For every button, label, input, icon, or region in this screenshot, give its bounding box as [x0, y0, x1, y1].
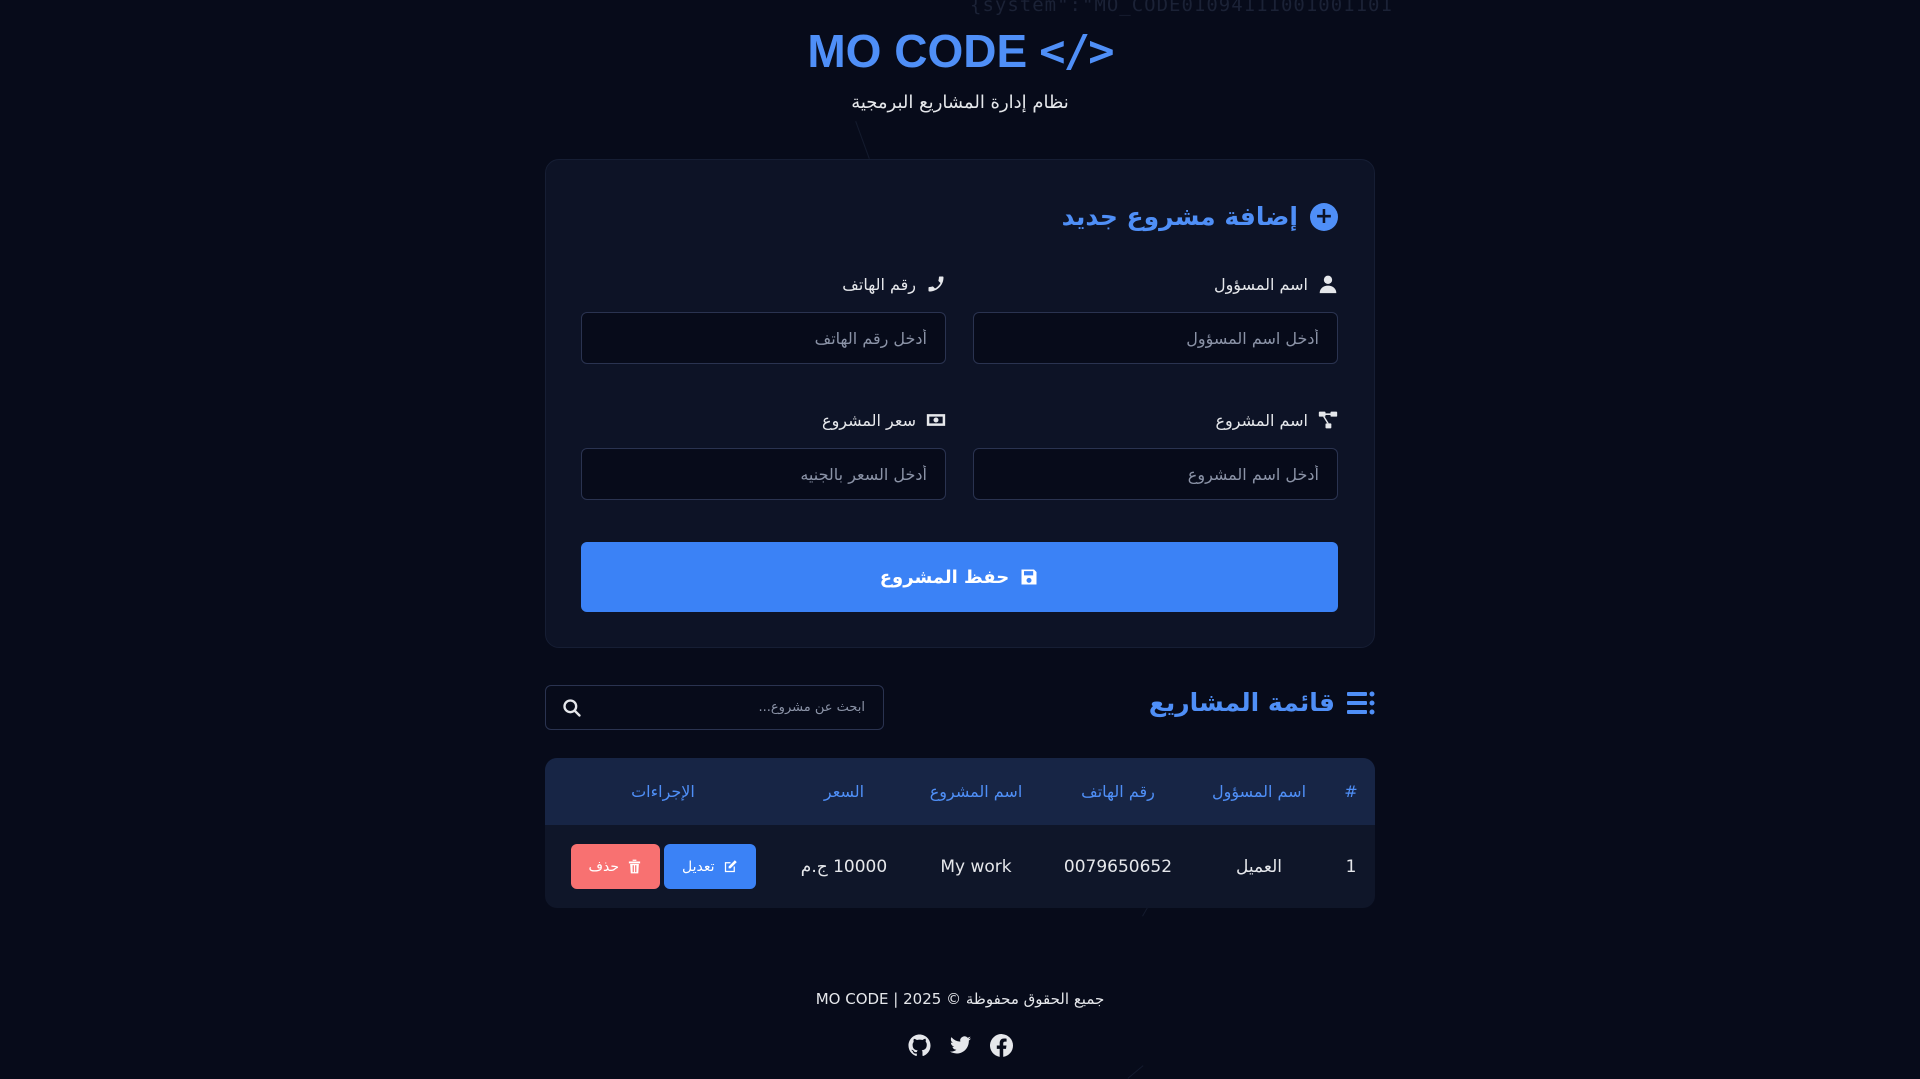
- manager-label-text: اسم المسؤول: [1213, 274, 1308, 294]
- table-row: 1 العميل 0079650652 My work 10000 ج.م تع…: [545, 825, 1375, 908]
- cell-manager: العميل: [1236, 856, 1282, 877]
- column-header-project: اسم المشروع: [929, 782, 1023, 801]
- phone-field-group: رقم الهاتف: [581, 272, 946, 364]
- trash-icon: [628, 859, 641, 874]
- cell-project: My work: [940, 856, 1012, 877]
- delete-label: حذف: [588, 858, 620, 875]
- copyright-text: جميع الحقوق محفوظة © 2025 | MO CODE: [815, 990, 1105, 1008]
- manager-field-group: اسم المسؤول: [973, 272, 1338, 364]
- column-header-manager: اسم المسؤول: [1211, 782, 1307, 801]
- table-header-row: # اسم المسؤول رقم الهاتف اسم المشروع الس…: [545, 758, 1375, 825]
- edit-icon: [724, 860, 737, 873]
- column-header-index: #: [1344, 782, 1358, 801]
- projects-table: # اسم المسؤول رقم الهاتف اسم المشروع الس…: [545, 758, 1375, 908]
- add-project-title-text: إضافة مشروع جديد: [1061, 202, 1298, 231]
- column-header-price: السعر: [823, 782, 865, 801]
- projects-list-title: قائمة المشاريع: [1149, 688, 1375, 717]
- manager-label: اسم المسؤول: [973, 272, 1338, 296]
- cell-index: 1: [1345, 856, 1357, 877]
- edit-label: تعديل: [682, 858, 715, 875]
- project-name-label: اسم المشروع: [973, 408, 1338, 432]
- twitter-icon[interactable]: [949, 1034, 972, 1057]
- phone-icon: [928, 276, 944, 292]
- search-icon[interactable]: [562, 698, 582, 718]
- brand-logo: MO CODE </>: [807, 24, 1114, 78]
- phone-label: رقم الهاتف: [581, 272, 946, 296]
- price-label-text: سعر المشروع: [822, 410, 916, 430]
- project-name-input[interactable]: [973, 448, 1338, 500]
- save-icon: [1021, 569, 1037, 585]
- projects-list-title-text: قائمة المشاريع: [1148, 688, 1335, 717]
- price-label: سعر المشروع: [581, 408, 946, 432]
- background-decor-line: [1127, 1065, 1144, 1079]
- cell-actions: تعديل حذف: [545, 825, 781, 908]
- phone-label-text: رقم الهاتف: [842, 274, 916, 294]
- save-project-label: حفظ المشروع: [879, 566, 1010, 588]
- column-header-actions: الإجراءات: [631, 782, 695, 801]
- cell-price: 10000 ج.م: [781, 825, 907, 908]
- price-field-group: سعر المشروع: [581, 408, 946, 500]
- manager-name-input[interactable]: [973, 312, 1338, 364]
- add-project-title: + إضافة مشروع جديد: [1062, 202, 1338, 231]
- save-project-button[interactable]: حفظ المشروع: [581, 542, 1338, 612]
- list-icon: [1347, 691, 1375, 714]
- price-input[interactable]: [581, 448, 946, 500]
- delete-button[interactable]: حذف: [570, 844, 661, 889]
- row-actions: تعديل حذف: [545, 844, 781, 889]
- facebook-icon[interactable]: [989, 1034, 1013, 1057]
- price-value: 10000: [833, 856, 888, 877]
- search-box: [545, 685, 884, 730]
- page-subtitle: نظام إدارة المشاريع البرمجية: [851, 92, 1069, 113]
- plus-circle-icon: +: [1310, 202, 1338, 231]
- github-icon[interactable]: [907, 1034, 931, 1057]
- project-diagram-icon: [1318, 411, 1338, 429]
- background-decor-line: [855, 121, 870, 159]
- price-currency: ج.م: [800, 856, 828, 877]
- social-links: [0, 1034, 1920, 1057]
- project-name-field-group: اسم المشروع: [973, 408, 1338, 500]
- background-code-text: {system":"MO_CODE01094111001001101: [970, 0, 1393, 16]
- cell-phone: 0079650652: [1063, 856, 1173, 877]
- brand-name: MO CODE: [807, 25, 1028, 77]
- code-icon: </>: [1039, 25, 1114, 77]
- edit-button[interactable]: تعديل: [664, 844, 756, 889]
- user-icon: [1319, 275, 1337, 294]
- add-project-card: + إضافة مشروع جديد اسم المسؤول رقم الهات…: [545, 159, 1375, 648]
- page-footer: جميع الحقوق محفوظة © 2025 | MO CODE: [0, 990, 1920, 1057]
- column-header-phone: رقم الهاتف: [1081, 782, 1155, 801]
- page-header: MO CODE </> نظام إدارة المشاريع البرمجية: [0, 24, 1920, 113]
- phone-input[interactable]: [581, 312, 946, 364]
- money-icon: [926, 414, 946, 426]
- project-name-label-text: اسم المشروع: [1215, 410, 1308, 430]
- search-input[interactable]: [546, 686, 883, 729]
